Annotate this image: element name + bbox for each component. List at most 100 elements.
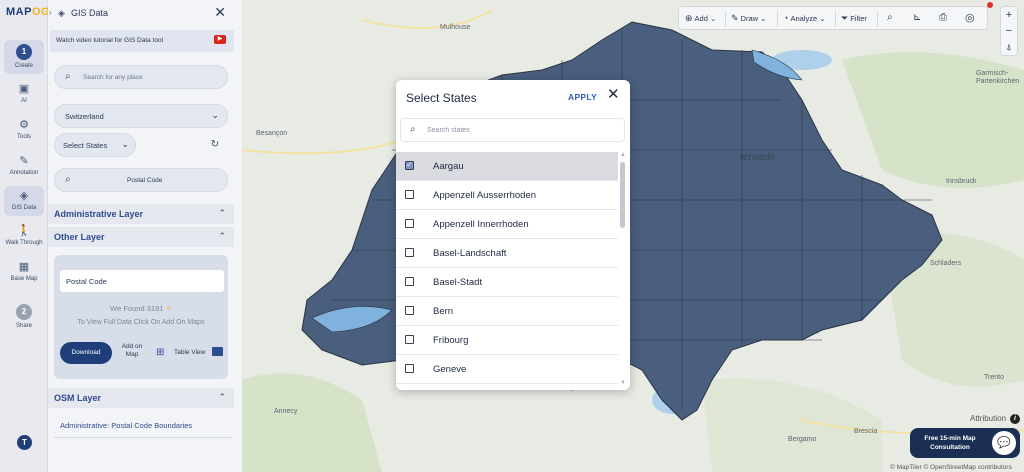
states-select[interactable]: Select States ⌄ bbox=[54, 133, 136, 157]
analyze-icon: ◔ bbox=[783, 13, 789, 23]
state-option-basel-stadt[interactable]: Basel-Stadt bbox=[396, 268, 618, 297]
rail-item-walk-through[interactable]: 🚶 Walk Through bbox=[4, 224, 44, 246]
modal-title: Select States bbox=[406, 91, 477, 105]
checkbox[interactable] bbox=[405, 364, 414, 373]
state-option-aargau[interactable]: ✓ Aargau bbox=[396, 152, 618, 181]
avatar[interactable]: T bbox=[17, 435, 32, 450]
administrative-layer-header[interactable]: Administrative Layer ⌃ bbox=[48, 204, 234, 224]
logo[interactable]: MAPOG bbox=[6, 6, 50, 18]
draw-menu-button[interactable]: ✎ Draw ⌄ bbox=[731, 13, 766, 24]
zoom-controls: + − ⍋ bbox=[1000, 6, 1018, 56]
rail-item-tools[interactable]: ⚙ Tools bbox=[4, 118, 44, 140]
divider bbox=[835, 11, 836, 27]
checkbox[interactable] bbox=[405, 335, 414, 344]
layers-icon: ◈ bbox=[19, 190, 29, 202]
close-icon[interactable]: ✕ bbox=[607, 87, 620, 102]
download-button[interactable]: Download bbox=[60, 342, 112, 364]
rail-item-label: Tools bbox=[16, 134, 31, 140]
print-icon[interactable]: ⎙ bbox=[939, 12, 947, 23]
rail-item-create[interactable]: 1 Create bbox=[4, 40, 44, 74]
checkbox[interactable] bbox=[405, 277, 414, 286]
analyze-menu-button[interactable]: ◔ Analyze ⌄ bbox=[783, 13, 826, 23]
state-label: Appenzell Ausserrhoden bbox=[433, 190, 536, 201]
locate-icon[interactable]: ◎ bbox=[965, 11, 975, 24]
chat-icon[interactable]: 💬 bbox=[992, 431, 1016, 455]
walk-icon: 🚶 bbox=[17, 225, 31, 237]
map-label: Mulhouse bbox=[440, 24, 471, 31]
country-select[interactable]: Switzerland ⌄ bbox=[54, 104, 228, 128]
state-option-appenzell-ausserrhoden[interactable]: Appenzell Ausserrhoden bbox=[396, 181, 618, 210]
select-states-modal: Select States APPLY ✕ ⌕ ✓ Aargau Appenze… bbox=[396, 80, 630, 390]
apply-button[interactable]: APPLY bbox=[568, 92, 597, 102]
checkbox[interactable] bbox=[405, 306, 414, 315]
osm-layer-header[interactable]: OSM Layer ⌃ bbox=[48, 388, 234, 408]
checkbox[interactable] bbox=[405, 190, 414, 199]
checkbox[interactable] bbox=[405, 248, 414, 257]
state-option-geneve[interactable]: Geneve bbox=[396, 355, 618, 384]
filter-icon: ⏷ bbox=[841, 13, 849, 23]
map-canvas[interactable]: Mulhouse Besançon tenstein Garmisch-Part… bbox=[242, 0, 1024, 472]
tutorial-banner[interactable]: Watch video tutorial for GIS Data tool ▶ bbox=[50, 30, 234, 52]
section-title: Other Layer bbox=[54, 232, 105, 242]
table-view-button[interactable]: Table View bbox=[174, 349, 205, 356]
search-icon: ⌕ bbox=[65, 174, 71, 185]
filter-button[interactable]: ⏷ Filter bbox=[841, 13, 867, 24]
chevron-up-icon: ⌃ bbox=[218, 208, 226, 218]
rail-item-base-map[interactable]: ▦ Base Map bbox=[4, 260, 44, 282]
zoom-in-button[interactable]: + bbox=[1001, 7, 1017, 23]
scroll-down-icon[interactable]: ▼ bbox=[620, 380, 626, 386]
close-icon[interactable]: ✕ bbox=[214, 5, 226, 19]
state-option-bern[interactable]: Bern bbox=[396, 297, 618, 326]
consultation-widget[interactable]: Free 15-min Map Consultation 💬 bbox=[910, 428, 1020, 458]
table-icon[interactable] bbox=[212, 347, 223, 356]
panel-header: › ◈ GIS Data ✕ bbox=[48, 0, 242, 28]
add-on-map-label-line2: Map bbox=[125, 351, 139, 358]
search-icon: ⌕ bbox=[65, 71, 71, 82]
section-title: OSM Layer bbox=[54, 393, 102, 403]
compass-icon[interactable]: ⍋ bbox=[1001, 39, 1017, 55]
divider bbox=[877, 11, 878, 27]
rail-item-gis-data[interactable]: ◈ GIS Data bbox=[4, 186, 44, 216]
other-layer-header[interactable]: Other Layer ⌃ bbox=[48, 227, 234, 247]
states-search-input[interactable] bbox=[427, 123, 617, 138]
gear-icon: ⚙ bbox=[19, 119, 29, 131]
rail-item-ai[interactable]: ▣ AI bbox=[4, 82, 44, 104]
attribution-link[interactable]: Attribution bbox=[970, 414, 1006, 423]
scroll-up-icon[interactable]: ▲ bbox=[620, 152, 626, 158]
search-icon[interactable]: ⌕ bbox=[887, 12, 893, 23]
place-search-placeholder: Search for any place bbox=[83, 74, 143, 81]
refresh-icon[interactable]: ↻ bbox=[206, 136, 224, 154]
checkbox[interactable] bbox=[405, 219, 414, 228]
add-on-map-button[interactable]: Add on Map bbox=[118, 343, 146, 359]
map-label: Besançon bbox=[256, 130, 288, 137]
zoom-out-button[interactable]: − bbox=[1001, 23, 1017, 39]
state-option-basel-landschaft[interactable]: Basel-Landschaft bbox=[396, 239, 618, 268]
search-icon: ⌕ bbox=[410, 124, 416, 135]
states-scrollbar[interactable]: ▲ ▼ bbox=[620, 152, 626, 390]
place-search[interactable]: ⌕ Search for any place bbox=[54, 65, 228, 89]
found-prefix: We Found bbox=[110, 304, 145, 313]
add-on-map-label-line1: Add on bbox=[121, 343, 143, 350]
postal-code-search[interactable]: ⌕ Postal Code bbox=[54, 168, 228, 192]
scroll-thumb[interactable] bbox=[620, 162, 625, 228]
chevron-right-icon[interactable]: › bbox=[49, 8, 52, 17]
info-icon[interactable]: i bbox=[1010, 414, 1020, 424]
measure-icon[interactable]: ⊾ bbox=[913, 12, 921, 23]
map-background bbox=[242, 0, 1024, 472]
add-menu-button[interactable]: ⊕ Add ⌄ bbox=[685, 13, 716, 24]
found-count: 3181 bbox=[146, 304, 164, 313]
rail-item-annotation[interactable]: ✎ Annotation bbox=[4, 154, 44, 176]
add-map-icon[interactable]: ⊞ bbox=[156, 347, 164, 358]
postal-code-field[interactable]: Postal Code bbox=[60, 270, 224, 292]
rail-item-share[interactable]: 2 Share bbox=[4, 304, 44, 329]
osm-layer-item[interactable]: Administrative: Postal Code Boundaries bbox=[54, 415, 232, 435]
checkbox[interactable]: ✓ bbox=[405, 160, 414, 170]
state-label: Bern bbox=[433, 306, 454, 317]
check-icon: ✓ bbox=[406, 160, 413, 169]
layers-icon: ◈ bbox=[58, 8, 65, 18]
state-option-fribourg[interactable]: Fribourg bbox=[396, 326, 618, 355]
map-label: Innsbruck bbox=[946, 178, 977, 185]
state-label: Geneve bbox=[433, 364, 467, 375]
filter-label: Filter bbox=[850, 14, 867, 23]
state-option-appenzell-innerrhoden[interactable]: Appenzell Innerrhoden bbox=[396, 210, 618, 239]
